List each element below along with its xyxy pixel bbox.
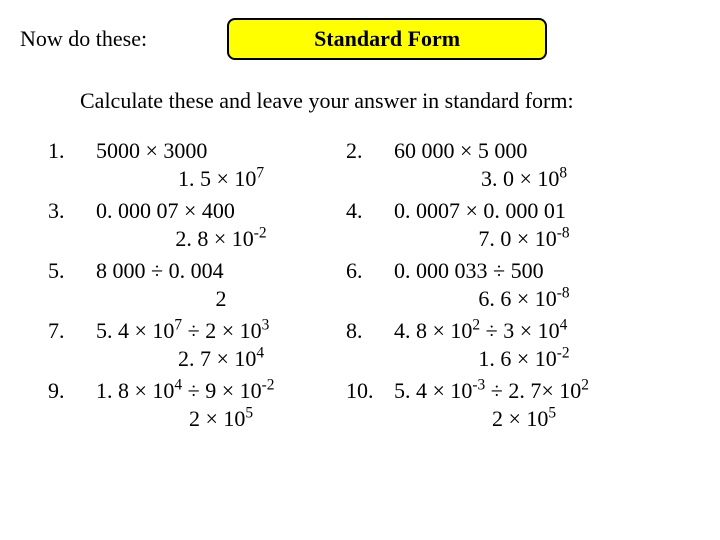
question-text: 5000 × 3000 xyxy=(96,138,346,164)
problem-number: 1. xyxy=(48,138,96,164)
question-text: 5. 4 × 107 ÷ 2 × 103 xyxy=(96,318,346,344)
problem-cell: 5. 4 × 107 ÷ 2 × 103 2. 7 × 104 xyxy=(96,318,346,372)
problem-cell: 5. 4 × 10-3 ÷ 2. 7× 102 2 × 105 xyxy=(394,378,654,432)
question-text: 0. 000 07 × 400 xyxy=(96,198,346,224)
answer-text: 2 × 105 xyxy=(394,406,654,432)
problems-grid: 1. 5000 × 3000 1. 5 × 107 2. 60 000 × 5 … xyxy=(48,138,700,432)
problem-cell: 0. 000 07 × 400 2. 8 × 10-2 xyxy=(96,198,346,252)
question-text: 1. 8 × 104 ÷ 9 × 10-2 xyxy=(96,378,346,404)
answer-text: 2 × 105 xyxy=(96,406,346,432)
answer-text: 1. 5 × 107 xyxy=(96,166,346,192)
answer-text: 2. 7 × 104 xyxy=(96,346,346,372)
title-box: Standard Form xyxy=(227,18,547,60)
problem-number: 5. xyxy=(48,258,96,284)
question-text: 0. 0007 × 0. 000 01 xyxy=(394,198,654,224)
answer-text: 1. 6 × 10-2 xyxy=(394,346,654,372)
instruction-text: Calculate these and leave your answer in… xyxy=(80,88,700,114)
slide: Now do these: Standard Form Calculate th… xyxy=(0,0,720,540)
problem-number: 8. xyxy=(346,318,394,344)
problem-number: 3. xyxy=(48,198,96,224)
problem-row: 5. 8 000 ÷ 0. 004 2 6. 0. 000 033 ÷ 500 … xyxy=(48,258,700,312)
question-text: 0. 000 033 ÷ 500 xyxy=(394,258,654,284)
now-do-these: Now do these: xyxy=(20,26,147,52)
question-text: 60 000 × 5 000 xyxy=(394,138,654,164)
problem-row: 1. 5000 × 3000 1. 5 × 107 2. 60 000 × 5 … xyxy=(48,138,700,192)
problem-number: 6. xyxy=(346,258,394,284)
problem-cell: 8 000 ÷ 0. 004 2 xyxy=(96,258,346,312)
answer-text: 3. 0 × 108 xyxy=(394,166,654,192)
problem-number: 7. xyxy=(48,318,96,344)
problem-row: 7. 5. 4 × 107 ÷ 2 × 103 2. 7 × 104 8. 4.… xyxy=(48,318,700,372)
problem-row: 9. 1. 8 × 104 ÷ 9 × 10-2 2 × 105 10. 5. … xyxy=(48,378,700,432)
problem-number: 10. xyxy=(346,378,394,404)
answer-text: 2 xyxy=(96,286,346,312)
problem-number: 4. xyxy=(346,198,394,224)
answer-text: 7. 0 × 10-8 xyxy=(394,226,654,252)
problem-cell: 0. 0007 × 0. 000 01 7. 0 × 10-8 xyxy=(394,198,654,252)
problem-row: 3. 0. 000 07 × 400 2. 8 × 10-2 4. 0. 000… xyxy=(48,198,700,252)
problem-cell: 4. 8 × 102 ÷ 3 × 104 1. 6 × 10-2 xyxy=(394,318,654,372)
question-text: 5. 4 × 10-3 ÷ 2. 7× 102 xyxy=(394,378,654,404)
problem-number: 2. xyxy=(346,138,394,164)
question-text: 8 000 ÷ 0. 004 xyxy=(96,258,346,284)
answer-text: 2. 8 × 10-2 xyxy=(96,226,346,252)
problem-cell: 1. 8 × 104 ÷ 9 × 10-2 2 × 105 xyxy=(96,378,346,432)
problem-cell: 5000 × 3000 1. 5 × 107 xyxy=(96,138,346,192)
problem-cell: 0. 000 033 ÷ 500 6. 6 × 10-8 xyxy=(394,258,654,312)
question-text: 4. 8 × 102 ÷ 3 × 104 xyxy=(394,318,654,344)
problem-number: 9. xyxy=(48,378,96,404)
problem-cell: 60 000 × 5 000 3. 0 × 108 xyxy=(394,138,654,192)
header-row: Now do these: Standard Form xyxy=(20,18,700,60)
answer-text: 6. 6 × 10-8 xyxy=(394,286,654,312)
